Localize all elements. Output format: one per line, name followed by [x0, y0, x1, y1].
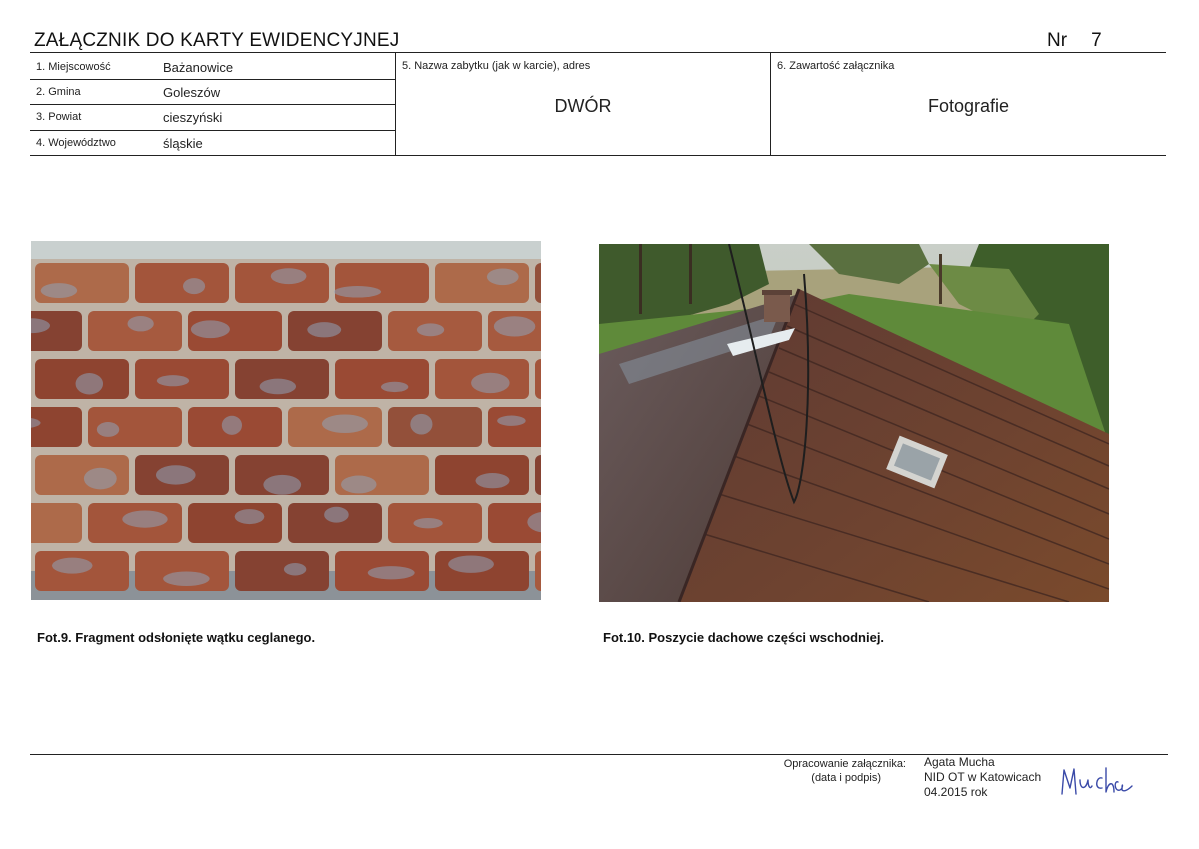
nazwa-value: DWÓR [554, 96, 612, 116]
table-bottom-rule [30, 155, 1166, 156]
miejscowosc-value: Bażanowice [163, 60, 234, 75]
photo-9-caption: Fot.9. Fragment odsłonięte wątku ceglane… [37, 630, 316, 645]
zawartosc-value: Fotografie [927, 96, 1010, 116]
number-value: 7 [1091, 30, 1102, 51]
wojewodztwo-label: 4. Województwo [36, 137, 116, 149]
gmina-label: 2. Gmina [36, 86, 81, 98]
photo-10-caption: Fot.10. Poszycie dachowe części wschodni… [603, 630, 885, 645]
brick-wall-image [31, 241, 541, 600]
footer-date: 04.2015 rok [924, 785, 988, 799]
roof-image [599, 244, 1109, 602]
table-top-rule [30, 52, 1166, 53]
handwritten-signature [1058, 764, 1138, 805]
roof-photo [599, 244, 1109, 602]
document-title: ZAŁĄCZNIK DO KARTY EWIDENCYJNEJ [34, 30, 400, 51]
document-number: Nr 7 [1047, 30, 1102, 52]
row-rule-1 [30, 79, 396, 80]
opracowanie-label: Opracowanie załącznika: [783, 758, 906, 770]
row-rule-3 [30, 130, 396, 131]
powiat-value: cieszyński [163, 110, 223, 125]
gmina-value: Goleszów [163, 85, 221, 100]
wojewodztwo-value: śląskie [163, 136, 203, 151]
signature-image [1061, 767, 1133, 795]
nazwa-label: 5. Nazwa zabytku (jak w karcie), adres [402, 60, 591, 72]
powiat-label: 3. Powiat [36, 111, 82, 123]
document-page: ZAŁĄCZNIK DO KARTY EWIDENCYJNEJ Nr 7 1. M… [0, 0, 1199, 849]
author-institution: NID OT w Katowicach [924, 770, 1042, 784]
author-name: Agata Mucha [924, 755, 995, 769]
data-podpis-label: (data i podpis) [811, 772, 881, 784]
footer-labels: Opracowanie załącznika: (data i podpis) [760, 757, 906, 785]
number-label: Nr [1047, 30, 1068, 51]
zawartosc-label: 6. Zawartość załącznika [777, 60, 895, 72]
footer-values: Agata Mucha NID OT w Katowicach 04.2015 … [924, 755, 1041, 800]
miejscowosc-label: 1. Miejscowość [36, 61, 111, 73]
row-rule-2 [30, 104, 396, 105]
brick-wall-photo [31, 241, 541, 600]
